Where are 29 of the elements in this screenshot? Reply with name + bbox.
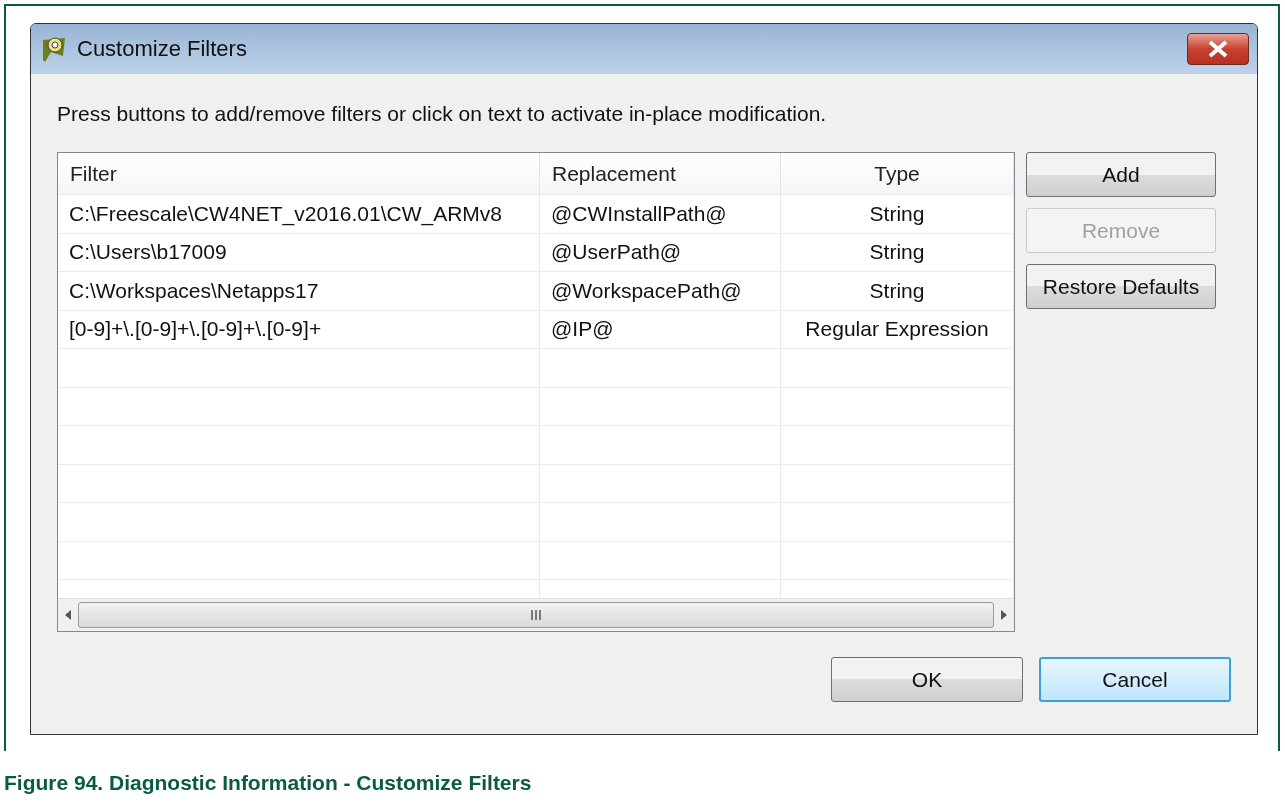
table-cell: String bbox=[781, 233, 1014, 271]
dialog-button[interactable]: OK bbox=[831, 657, 1023, 702]
scroll-right-arrow-icon[interactable] bbox=[1000, 610, 1008, 620]
close-button[interactable] bbox=[1187, 33, 1249, 65]
column-header[interactable]: Filter bbox=[58, 153, 540, 194]
table-cell: C:\Freescale\CW4NET_v2016.01\CW_ARMv8 bbox=[58, 195, 540, 233]
instruction-text: Press buttons to add/remove filters or click on text to activate in-place modification. bbox=[57, 102, 828, 126]
table-cell: String bbox=[781, 272, 1014, 310]
table-cell: @UserPath@ bbox=[540, 233, 781, 271]
table-cell: C:\Workspaces\Netapps17 bbox=[58, 272, 540, 310]
table-cell: [0-9]+\.[0-9]+\.[0-9]+\.[0-9]+ bbox=[58, 310, 540, 348]
action-button[interactable]: Restore Defaults bbox=[1026, 264, 1216, 309]
table-cell: @CWInstallPath@ bbox=[540, 195, 781, 233]
scroll-thumb[interactable] bbox=[78, 602, 994, 628]
column-header[interactable]: Replacement bbox=[540, 153, 781, 194]
close-icon bbox=[1207, 40, 1229, 58]
table-cell: Regular Expression bbox=[781, 310, 1014, 348]
table-cell: @WorkspacePath@ bbox=[540, 272, 781, 310]
grip-icon bbox=[530, 610, 542, 620]
table-cell: C:\Users\b17009 bbox=[58, 233, 540, 271]
horizontal-scrollbar[interactable] bbox=[58, 598, 1014, 631]
action-button[interactable]: Add bbox=[1026, 152, 1216, 197]
column-header[interactable]: Type bbox=[781, 153, 1014, 194]
dialog-button[interactable]: Cancel bbox=[1039, 657, 1231, 702]
table-cell: String bbox=[781, 195, 1014, 233]
table-cell: @IP@ bbox=[540, 310, 781, 348]
figure-caption: Figure 94. Diagnostic Information - Customize Filters bbox=[4, 770, 533, 795]
scroll-left-arrow-icon[interactable] bbox=[64, 610, 72, 620]
window-title: Customize Filters bbox=[77, 36, 248, 62]
